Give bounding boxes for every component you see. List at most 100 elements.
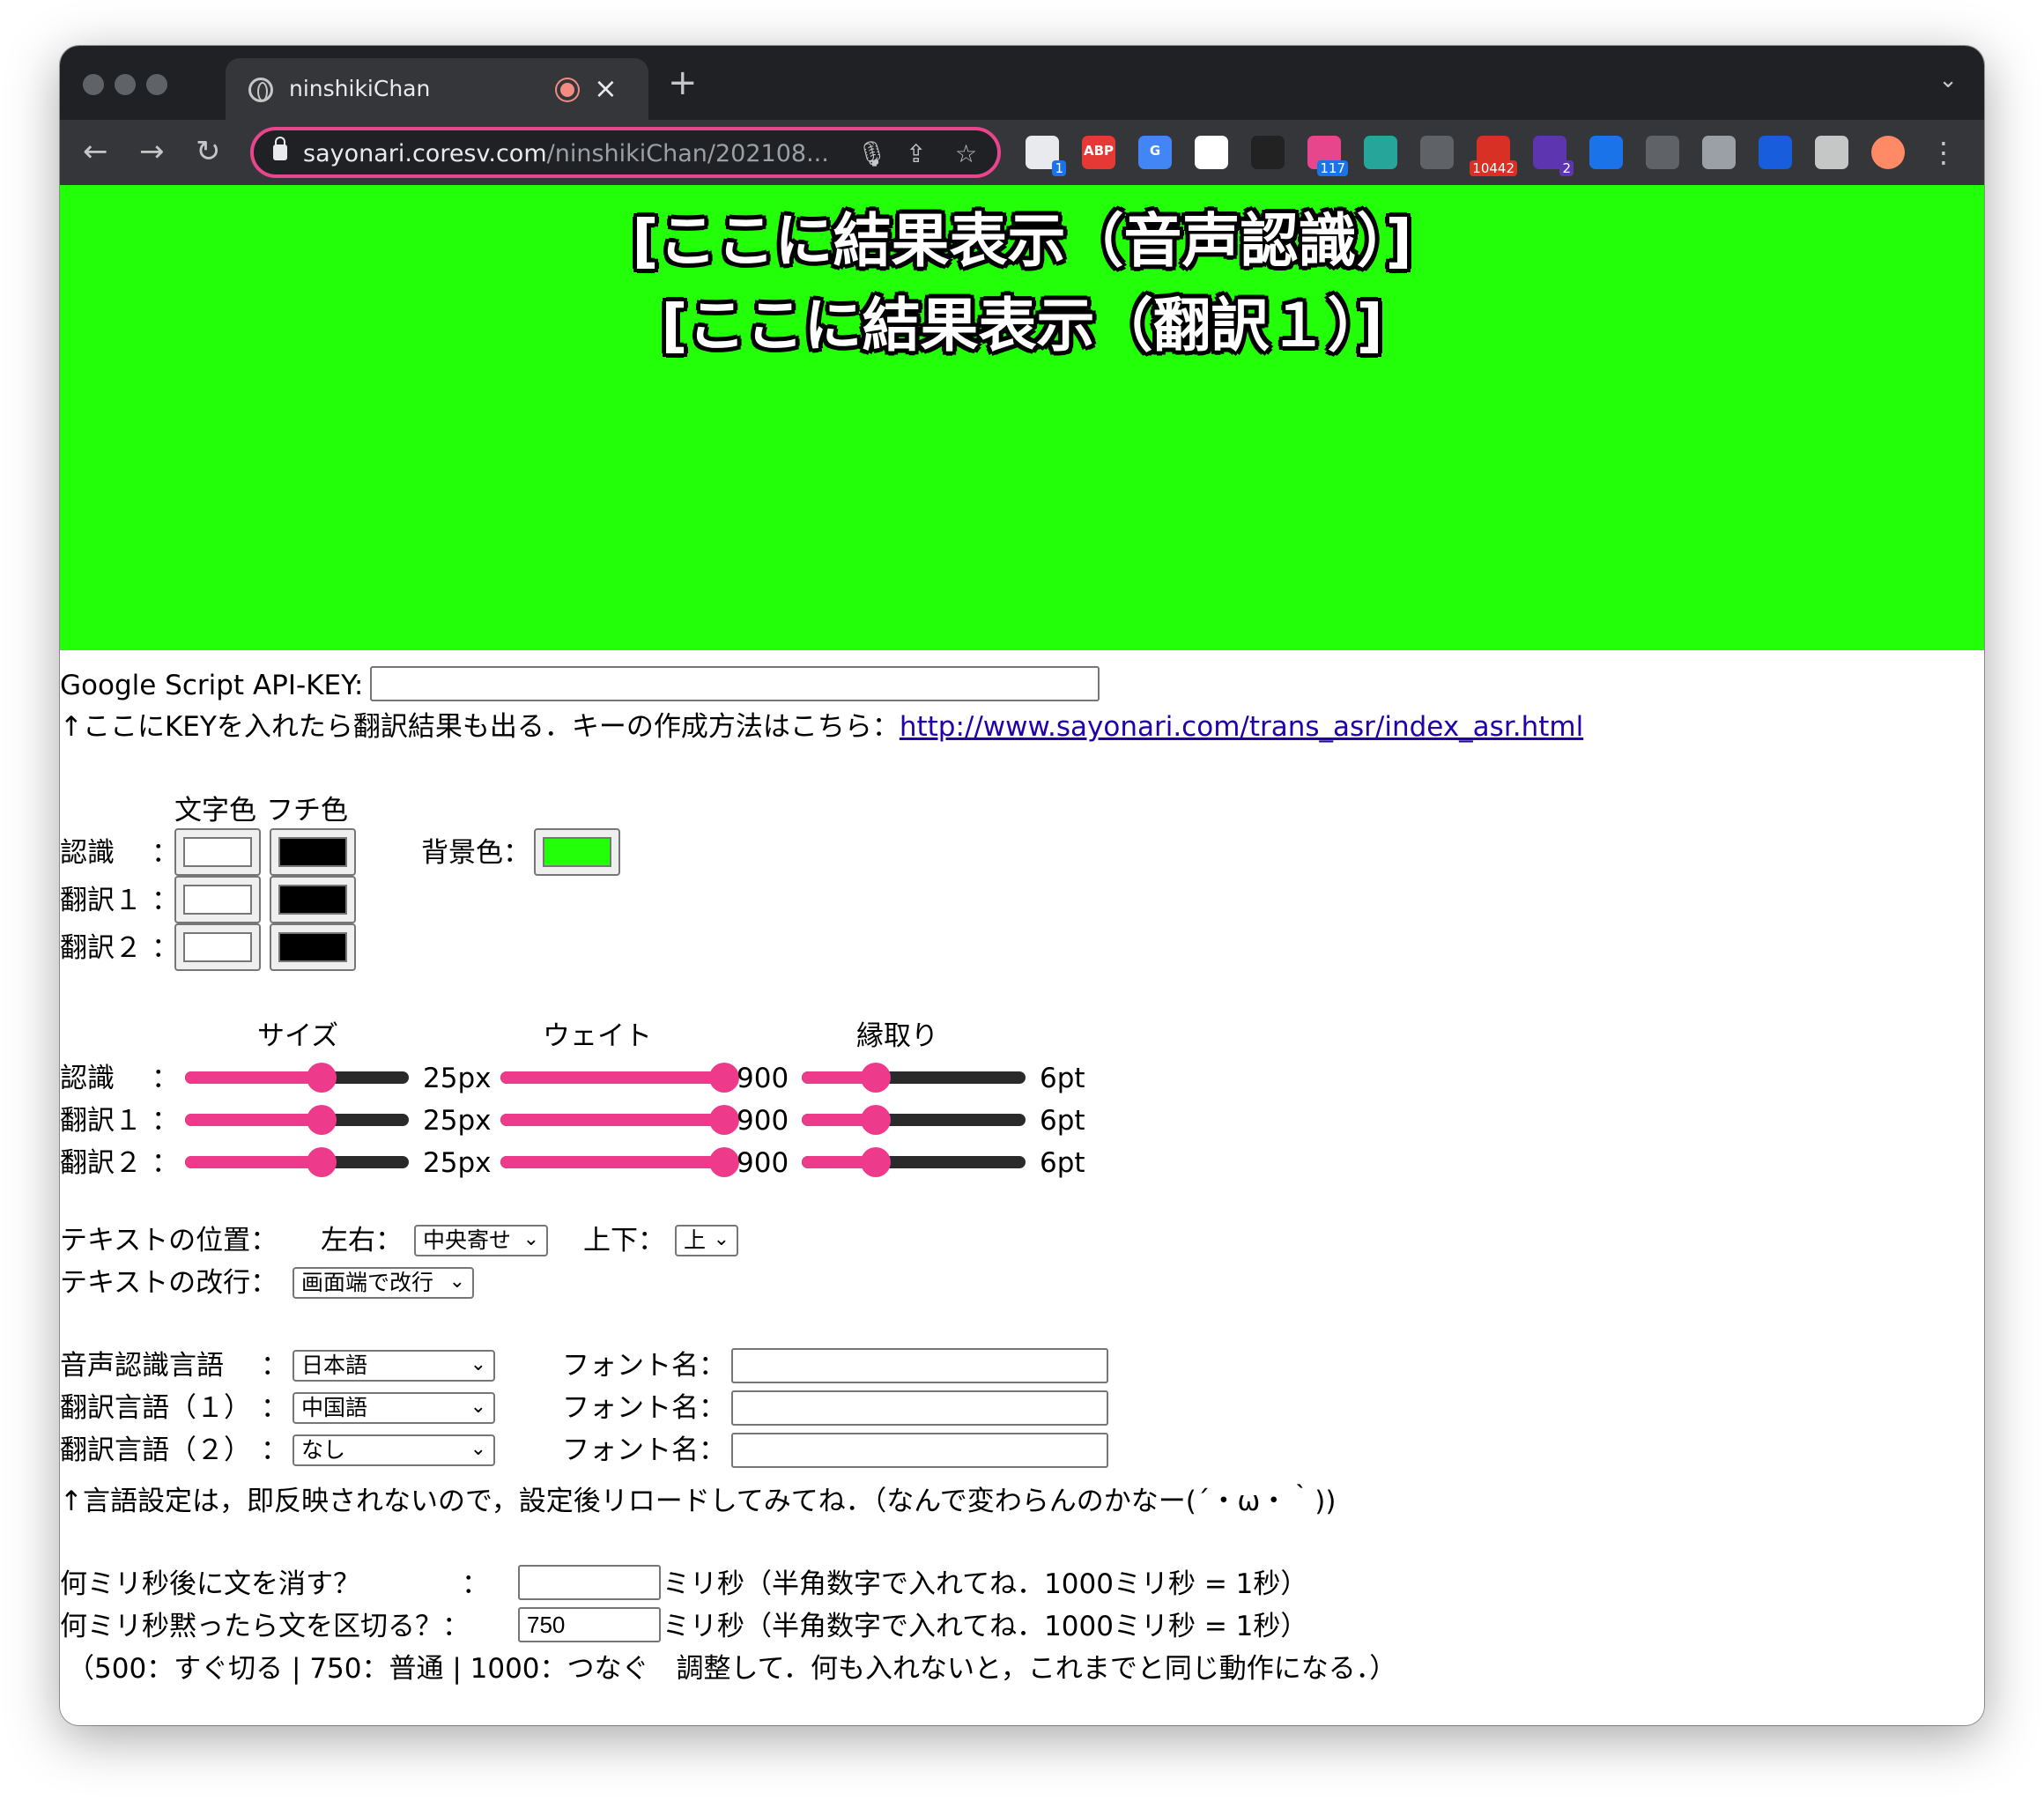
window-close-button[interactable] <box>83 74 104 95</box>
text-color-picker[interactable] <box>174 923 261 971</box>
translation1-result-text: [ここに結果表示（翻訳１）] <box>661 292 1383 359</box>
microphone-icon[interactable]: 🎙 <box>856 139 888 168</box>
tab-close-icon[interactable]: × <box>594 70 618 106</box>
horizontal-align-select[interactable]: 中央寄せ ⌄ <box>414 1225 548 1256</box>
calendar-extension-icon[interactable] <box>1702 136 1736 169</box>
avatar-extension-icon[interactable] <box>1871 136 1905 169</box>
font-size-slider[interactable] <box>185 1145 409 1177</box>
api-key-help-link[interactable]: http://www.sayonari.com/trans_asr/index_… <box>900 711 1583 743</box>
language-select[interactable]: 中国語 ⌄ <box>293 1392 495 1424</box>
slider-thumb[interactable] <box>306 1147 337 1177</box>
move-extension-icon[interactable] <box>1646 136 1679 169</box>
text-color-swatch <box>183 885 252 915</box>
color-row-label: 認識 <box>60 837 115 869</box>
font-size-value: 25px <box>423 1063 492 1094</box>
japan-flag-extension-icon[interactable] <box>1195 136 1228 169</box>
slider-fill <box>500 1071 724 1084</box>
extension-label: ABP <box>1083 143 1115 159</box>
edge-color-swatch <box>278 837 347 867</box>
edge-color-swatch <box>278 932 347 962</box>
blocks-extension-icon[interactable] <box>1420 136 1454 169</box>
stroke-width-value: 6pt <box>1040 1063 1085 1094</box>
color-row-label: 翻訳１ <box>60 885 142 916</box>
glasses-extension-icon[interactable] <box>1251 136 1285 169</box>
text-color-picker[interactable] <box>174 876 261 923</box>
chevron-down-icon: ⌄ <box>470 1438 486 1460</box>
font-weight-slider[interactable] <box>500 1061 739 1093</box>
split-silence-note: （500：すぐ切る | 750：普通 | 1000：つなぐ 調整して．何も入れな… <box>67 1653 1397 1685</box>
gmail-extension-icon[interactable]: 10442 <box>1470 136 1517 176</box>
language-select[interactable]: 日本語 ⌄ <box>293 1350 495 1382</box>
stroke-width-slider[interactable] <box>802 1103 1026 1135</box>
bird-extension-icon[interactable] <box>1364 136 1397 169</box>
recording-indicator-icon <box>557 79 578 100</box>
puzzle-extension-icon[interactable] <box>1815 136 1848 169</box>
slider-thumb[interactable] <box>709 1147 739 1177</box>
split-silence-input[interactable] <box>518 1607 661 1642</box>
slider-thumb[interactable] <box>860 1063 891 1093</box>
cat-extension-icon[interactable]: 117 <box>1307 136 1348 176</box>
page-viewport: [ここに結果表示（音声認識）] [ここに結果表示（翻訳１）] Google Sc… <box>60 185 1984 1725</box>
edge-color-picker[interactable] <box>270 876 356 923</box>
slider-fill <box>500 1114 724 1126</box>
language-row-label: 翻訳言語（１） <box>60 1392 251 1424</box>
color-row-label: 翻訳２ <box>60 932 142 964</box>
forward-arrow-icon[interactable]: → <box>139 132 165 171</box>
vertical-align-select[interactable]: 上 ⌄ <box>675 1225 738 1256</box>
tab-search-chevron-icon[interactable]: ⌄ <box>1938 67 1958 93</box>
clear-delay-input[interactable] <box>518 1565 661 1600</box>
edge-color-picker[interactable] <box>270 923 356 971</box>
api-key-input[interactable] <box>370 666 1100 701</box>
window-minimize-button[interactable] <box>115 74 136 95</box>
font-size-value: 25px <box>423 1105 492 1137</box>
slider-thumb[interactable] <box>860 1147 891 1177</box>
font-name-input[interactable] <box>731 1433 1108 1468</box>
slider-thumb[interactable] <box>709 1063 739 1093</box>
browser-menu-icon[interactable]: ⋮ <box>1929 136 1958 169</box>
clear-delay-label: 何ミリ秒後に文を消す？ <box>60 1568 360 1600</box>
language-select[interactable]: なし ⌄ <box>293 1434 495 1466</box>
background-color-picker[interactable] <box>534 828 620 876</box>
back-arrow-icon[interactable]: ← <box>83 132 108 171</box>
cube-extension-icon[interactable]: 2 <box>1533 136 1574 176</box>
font-weight-slider[interactable] <box>500 1103 739 1135</box>
extension-badge: 1 <box>1052 160 1066 176</box>
tab-strip: ninshikiChan × + ⌄ <box>60 46 1984 120</box>
font-name-input[interactable] <box>731 1348 1108 1383</box>
font-weight-slider[interactable] <box>500 1145 739 1177</box>
reload-icon[interactable]: ↻ <box>196 132 221 171</box>
split-silence-label: 何ミリ秒黙ったら文を区切る？： <box>60 1611 470 1642</box>
share-icon[interactable]: ⇪ <box>906 139 926 168</box>
edge-swirl-extension-icon[interactable] <box>1589 136 1623 169</box>
slider-thumb[interactable] <box>860 1105 891 1135</box>
slider-thumb[interactable] <box>306 1105 337 1135</box>
clear-delay-suffix: ミリ秒（半角数字で入れてね．1000ミリ秒 = 1秒） <box>663 1568 1308 1600</box>
edge-color-picker[interactable] <box>270 828 356 876</box>
slider-fill <box>185 1114 322 1126</box>
window-zoom-button[interactable] <box>146 74 167 95</box>
address-bar[interactable]: sayonari.coresv.com/ninshikiChan/202108.… <box>250 127 1001 178</box>
slider-thumb[interactable] <box>306 1063 337 1093</box>
chevron-down-icon: ⌄ <box>713 1228 729 1250</box>
horizontal-align-label: 左右： <box>321 1225 403 1256</box>
api-key-label: Google Script API-KEY: <box>60 670 364 701</box>
font-size-slider[interactable] <box>185 1061 409 1093</box>
stroke-width-slider[interactable] <box>802 1061 1026 1093</box>
slider-row-label: 認識 <box>60 1063 115 1094</box>
text-wrap-select[interactable]: 画面端で改行 ⌄ <box>293 1267 474 1299</box>
tab-ninshikichan[interactable]: ninshikiChan × <box>226 58 648 120</box>
abp-extension-icon[interactable]: ABP <box>1082 136 1115 169</box>
text-color-picker[interactable] <box>174 828 261 876</box>
extension-label: G <box>1149 143 1161 159</box>
new-tab-button[interactable]: + <box>668 63 698 102</box>
slider-thumb[interactable] <box>709 1105 739 1135</box>
text-color-swatch <box>183 837 252 867</box>
bookmark-star-icon[interactable]: ☆ <box>955 139 977 168</box>
s-extension-icon[interactable]: 1 <box>1026 136 1066 176</box>
font-name-input[interactable] <box>731 1390 1108 1426</box>
shield-extension-icon[interactable] <box>1759 136 1792 169</box>
stroke-width-slider[interactable] <box>802 1145 1026 1177</box>
language-row-label: 翻訳言語（２） <box>60 1434 251 1466</box>
google-translate-extension-icon[interactable]: G <box>1138 136 1172 169</box>
font-size-slider[interactable] <box>185 1103 409 1135</box>
